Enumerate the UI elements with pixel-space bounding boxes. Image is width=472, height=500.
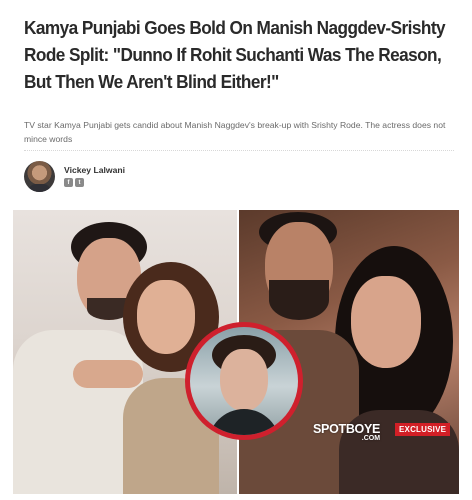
author-social-links: f t xyxy=(64,178,125,187)
brand-domain: .COM xyxy=(361,435,381,442)
author-byline: Vickey Lalwani f t xyxy=(24,160,125,192)
author-avatar[interactable] xyxy=(24,160,55,192)
exclusive-badge: EXCLUSIVE xyxy=(395,423,451,436)
inset-portrait xyxy=(190,327,298,435)
facebook-icon[interactable]: f xyxy=(64,178,73,187)
hero-image: SPOTBOYE .COM EXCLUSIVE xyxy=(13,210,459,494)
article-headline: Kamya Punjabi Goes Bold On Manish Naggde… xyxy=(24,17,446,92)
divider xyxy=(24,150,454,151)
article-standfirst: TV star Kamya Punjabi gets candid about … xyxy=(24,120,446,144)
inset-portrait-ring xyxy=(185,322,303,440)
author-name[interactable]: Vickey Lalwani xyxy=(64,165,125,175)
brand-watermark: SPOTBOYE .COM xyxy=(313,423,381,443)
twitter-icon[interactable]: t xyxy=(75,178,84,187)
